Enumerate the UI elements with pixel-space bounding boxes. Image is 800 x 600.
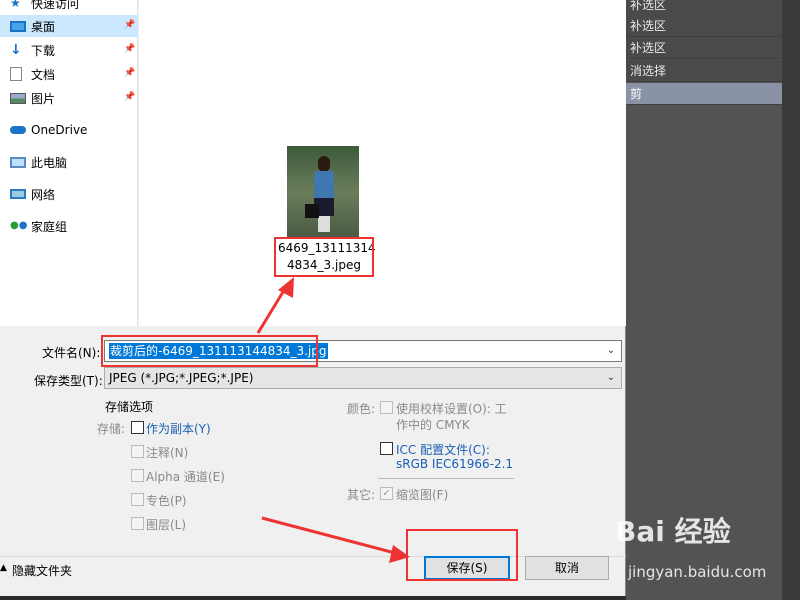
watermark-logo: Bai 经验	[615, 515, 731, 548]
arrow-head	[389, 545, 410, 563]
arrow-line	[261, 516, 396, 555]
watermark-url: jingyan.baidu.com	[628, 563, 767, 581]
arrow-line	[256, 286, 288, 334]
